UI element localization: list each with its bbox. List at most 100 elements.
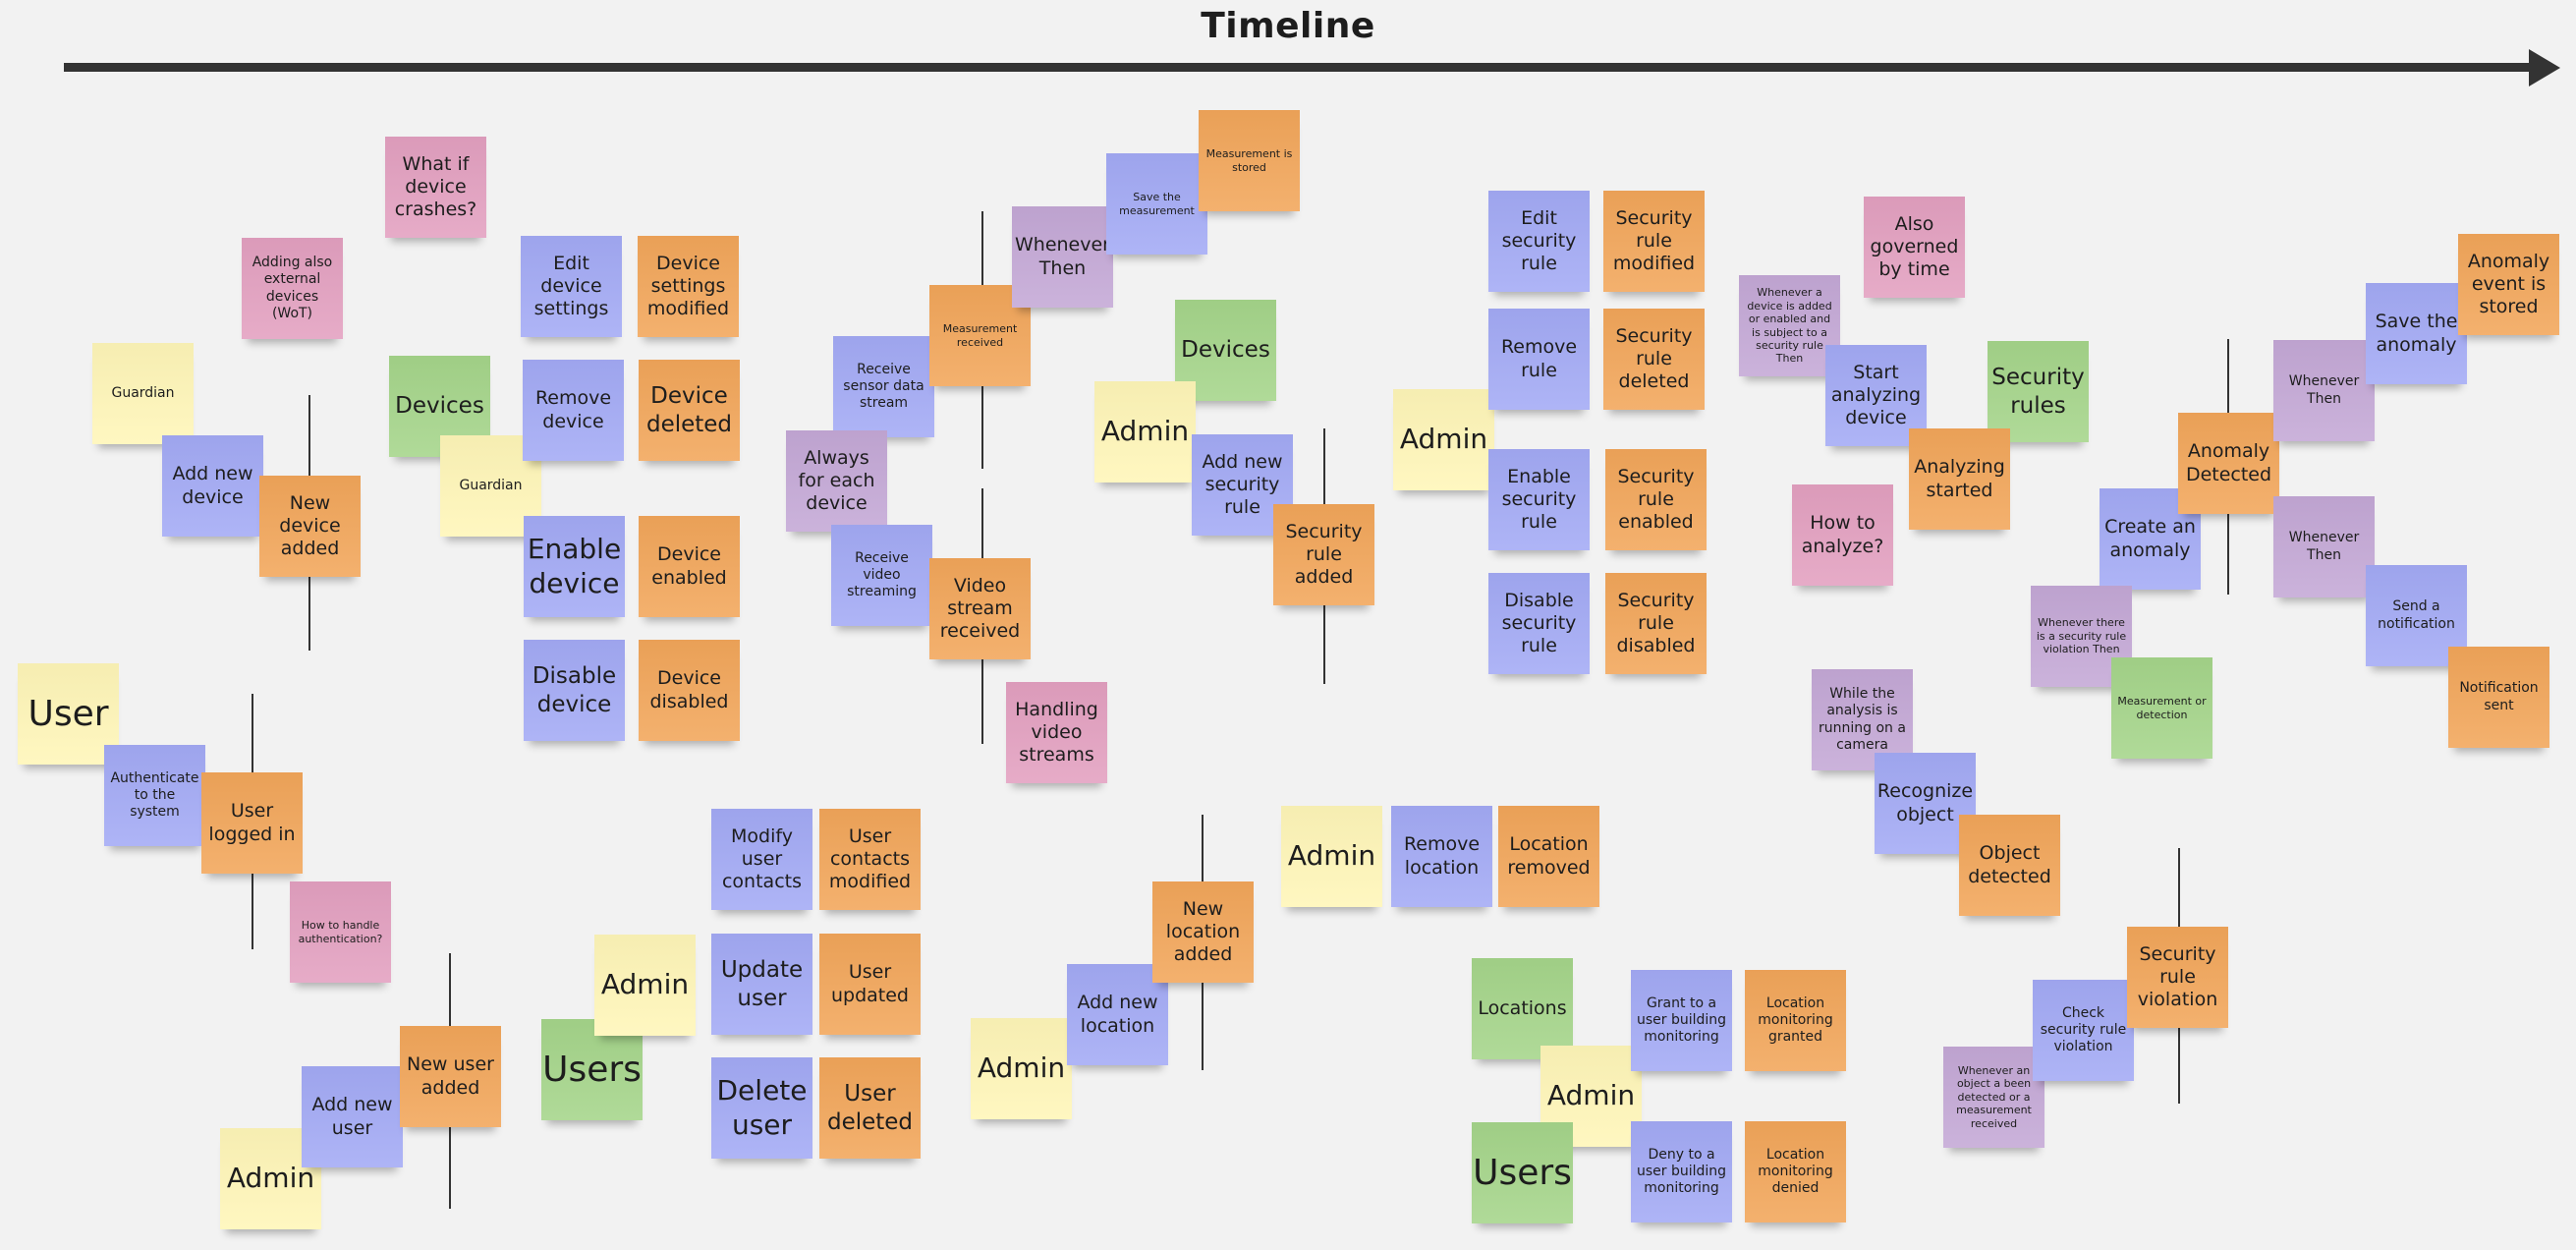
event-note[interactable]: User deleted xyxy=(819,1057,921,1159)
note-text: Users xyxy=(542,1049,642,1090)
actor-note[interactable]: Admin xyxy=(1281,806,1382,907)
event-note[interactable]: Location removed xyxy=(1498,806,1599,907)
aggregate-note[interactable]: Users xyxy=(1472,1122,1573,1223)
note-text: Security rule added xyxy=(1285,520,1363,589)
event-note[interactable]: Device deleted xyxy=(639,360,740,461)
note-text: How to handle authentication? xyxy=(298,919,383,945)
note-text: Admin xyxy=(977,1051,1066,1085)
note-text: Whenever a device is added or enabled an… xyxy=(1747,286,1832,366)
event-note[interactable]: Security rule violation xyxy=(2127,927,2228,1028)
event-note[interactable]: Notification sent xyxy=(2448,647,2549,748)
command-note[interactable]: Enable security rule xyxy=(1488,449,1590,550)
note-text: Measurement is stored xyxy=(1205,147,1293,174)
question-note[interactable]: Handling video streams xyxy=(1006,682,1107,783)
event-note[interactable]: Anomaly event is stored xyxy=(2458,234,2559,335)
aggregate-note[interactable]: Locations xyxy=(1472,958,1573,1059)
note-text: Whenever Then xyxy=(2288,530,2360,563)
command-note[interactable]: Add new user xyxy=(302,1066,403,1167)
question-note[interactable]: Adding also external devices (WoT) xyxy=(242,238,343,339)
event-note[interactable]: Security rule deleted xyxy=(1603,309,1705,410)
event-note[interactable]: User contacts modified xyxy=(819,809,921,910)
aggregate-note[interactable]: Measurement or detection xyxy=(2111,657,2212,759)
event-note[interactable]: Location monitoring granted xyxy=(1745,970,1846,1071)
command-note[interactable]: Remove device xyxy=(523,360,624,461)
note-text: Device enabled xyxy=(651,543,727,589)
policy-note[interactable]: Always for each device xyxy=(786,430,887,532)
command-note[interactable]: Modify user contacts xyxy=(711,809,812,910)
command-note[interactable]: Delete user xyxy=(711,1057,812,1159)
note-text: Save the anomaly xyxy=(2375,311,2458,356)
actor-note[interactable]: Admin xyxy=(1094,381,1196,483)
event-note[interactable]: Security rule enabled xyxy=(1605,449,1707,550)
note-text: Object detected xyxy=(1968,842,2051,887)
question-note[interactable]: How to handle authentication? xyxy=(290,881,391,983)
event-note[interactable]: New location added xyxy=(1152,881,1254,983)
command-note[interactable]: Edit security rule xyxy=(1488,191,1590,292)
note-text: Anomaly event is stored xyxy=(2467,250,2550,318)
command-note[interactable]: Disable device xyxy=(524,640,625,741)
policy-note[interactable]: Whenever Then xyxy=(2273,496,2375,597)
note-text: Admin xyxy=(600,968,690,1001)
event-note[interactable]: New user added xyxy=(400,1026,501,1127)
event-note[interactable]: Location monitoring denied xyxy=(1745,1121,1846,1222)
question-note[interactable]: How to analyze? xyxy=(1792,484,1893,586)
actor-note[interactable]: Admin xyxy=(971,1018,1072,1119)
command-note[interactable]: Remove location xyxy=(1391,806,1492,907)
policy-note[interactable]: Whenever Then xyxy=(2273,340,2375,441)
note-text: Device settings modified xyxy=(646,252,730,320)
note-text: Security rule enabled xyxy=(1617,465,1695,534)
note-text: Also governed by time xyxy=(1870,212,1959,281)
actor-note[interactable]: Admin xyxy=(1393,389,1494,490)
note-text: Update user xyxy=(720,957,804,1011)
command-note[interactable]: Check security rule violation xyxy=(2033,980,2134,1081)
actor-note[interactable]: Admin xyxy=(594,935,696,1036)
note-text: New location added xyxy=(1165,897,1241,966)
event-note[interactable]: Anomaly Detected xyxy=(2178,413,2279,514)
note-text: Whenever Then xyxy=(2288,373,2360,407)
note-text: Whenever an object a been detected or a … xyxy=(1956,1063,2032,1130)
command-note[interactable]: Authenticate to the system xyxy=(104,745,205,846)
actor-note[interactable]: Guardian xyxy=(92,343,194,444)
event-note[interactable]: User updated xyxy=(819,934,921,1035)
note-text: User contacts modified xyxy=(828,824,912,893)
note-text: Security rule deleted xyxy=(1615,324,1693,393)
event-note[interactable]: Device settings modified xyxy=(638,236,739,337)
command-note[interactable]: Remove rule xyxy=(1488,309,1590,410)
timeline-arrow-line xyxy=(64,63,2540,72)
note-text: Locations xyxy=(1478,996,1567,1019)
note-text: Admin xyxy=(1287,839,1376,873)
event-note[interactable]: Analyzing started xyxy=(1909,428,2010,530)
question-note[interactable]: Also governed by time xyxy=(1864,197,1965,298)
event-note[interactable]: Security rule modified xyxy=(1603,191,1705,292)
event-note[interactable]: Device disabled xyxy=(639,640,740,741)
event-note[interactable]: Measurement is stored xyxy=(1199,110,1300,211)
command-note[interactable]: Disable security rule xyxy=(1488,573,1590,674)
aggregate-note[interactable]: Security rules xyxy=(1988,341,2089,442)
event-note[interactable]: Security rule added xyxy=(1273,504,1374,605)
command-note[interactable]: Save the anomaly xyxy=(2366,283,2467,384)
policy-note[interactable]: Whenever an object a been detected or a … xyxy=(1943,1047,2044,1148)
command-note[interactable]: Edit device settings xyxy=(521,236,622,337)
command-note[interactable]: Enable device xyxy=(524,516,625,617)
command-note[interactable]: Add new device xyxy=(162,435,263,537)
command-note[interactable]: Grant to a user building monitoring xyxy=(1631,970,1732,1071)
event-note[interactable]: New device added xyxy=(259,476,361,577)
timeline-arrow-head-icon xyxy=(2529,49,2560,86)
event-note[interactable]: User logged in xyxy=(201,772,303,874)
question-note[interactable]: What if device crashes? xyxy=(385,137,486,238)
event-note[interactable]: Video stream received xyxy=(929,558,1031,659)
command-note[interactable]: Save the measurement xyxy=(1106,153,1207,255)
policy-note[interactable]: Whenever Then xyxy=(1012,206,1113,308)
event-note[interactable]: Device enabled xyxy=(639,516,740,617)
note-text: Security rules xyxy=(1991,365,2085,419)
command-note[interactable]: Deny to a user building monitoring xyxy=(1631,1121,1732,1222)
command-note[interactable]: Receive sensor data stream xyxy=(833,336,934,437)
command-note[interactable]: Receive video streaming xyxy=(831,525,932,626)
timeline-title: Timeline xyxy=(1201,6,1375,46)
command-note[interactable]: Update user xyxy=(711,934,812,1035)
note-text: Grant to a user building monitoring xyxy=(1636,994,1727,1046)
note-text: Measurement received xyxy=(942,322,1018,349)
event-note[interactable]: Security rule disabled xyxy=(1605,573,1707,674)
note-text: Device deleted xyxy=(645,383,733,437)
event-note[interactable]: Object detected xyxy=(1959,815,2060,916)
